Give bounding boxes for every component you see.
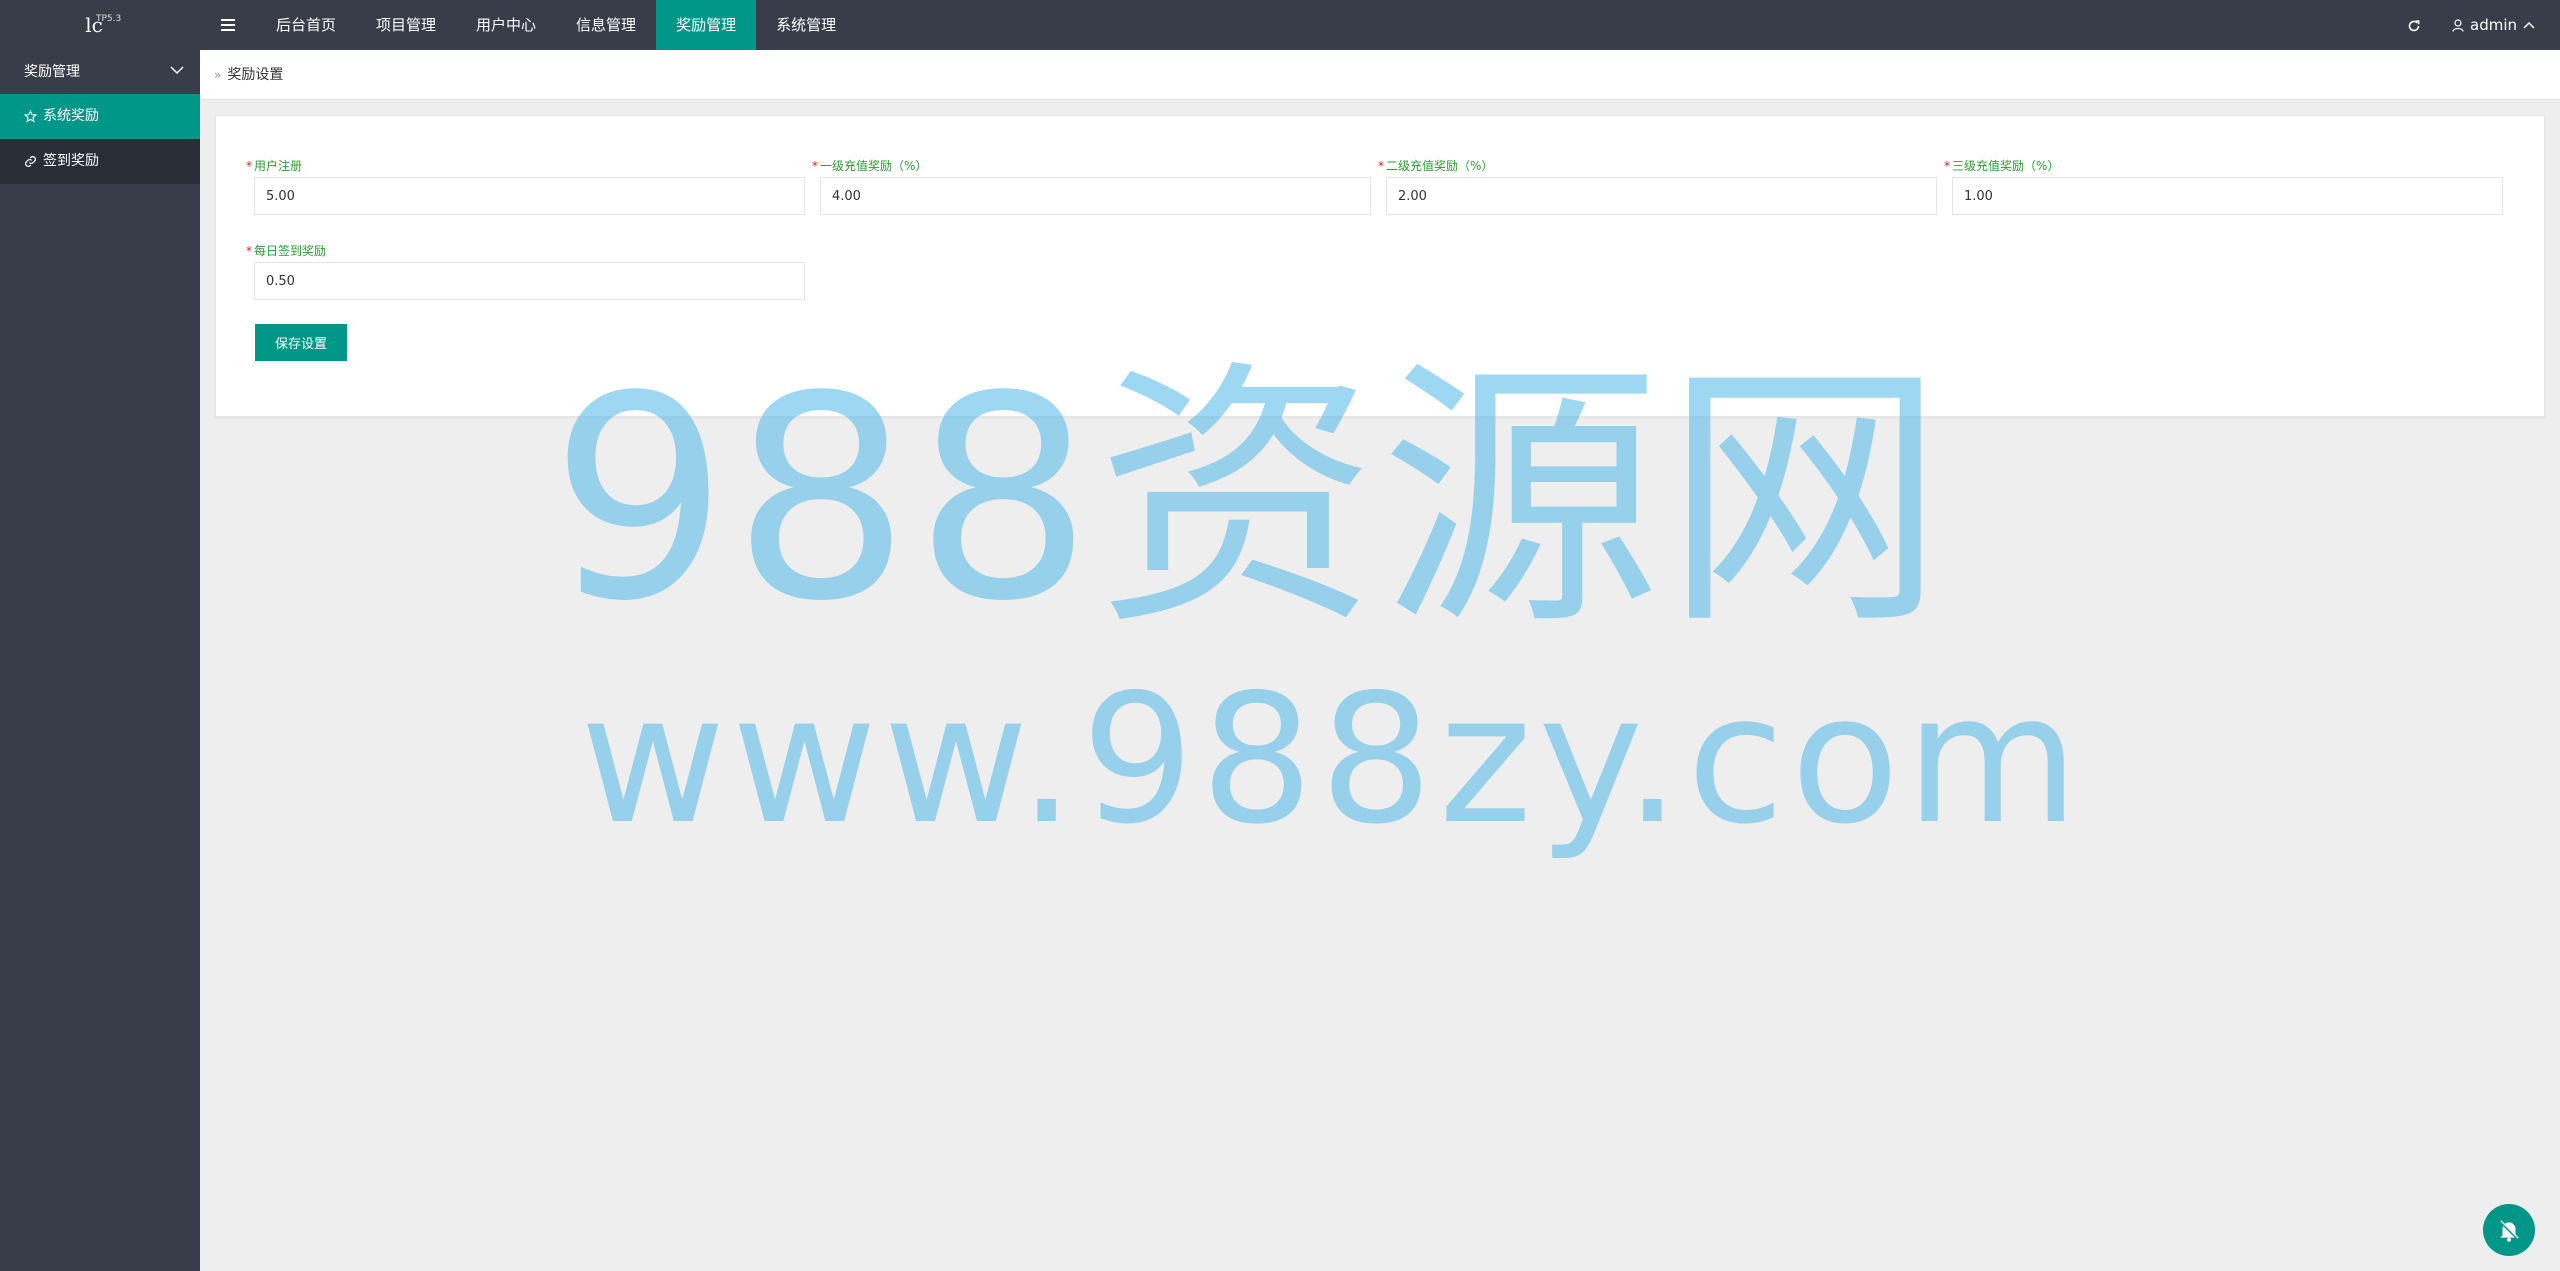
bell-off-icon — [2499, 1220, 2519, 1242]
logo-version: TP5.3 — [96, 14, 122, 24]
nav-item-rewards[interactable]: 奖励管理 — [656, 0, 757, 50]
nav-item-users[interactable]: 用户中心 — [456, 0, 556, 50]
sidebar-group-rewards[interactable]: 奖励管理 — [0, 50, 200, 94]
level1-recharge-input[interactable] — [820, 177, 1371, 215]
double-chevron-right-icon: » — [214, 68, 222, 82]
reward-settings-card: *用户注册 *一级充值奖励（%） *二级充值奖励（%） *三级充值奖励（%） *… — [215, 115, 2545, 417]
sidebar-item-label: 系统奖励 — [43, 108, 99, 124]
user-register-input[interactable] — [254, 177, 805, 215]
daily-signin-input[interactable] — [254, 262, 805, 300]
top-nav: 后台首页 项目管理 用户中心 信息管理 奖励管理 系统管理 — [256, 0, 856, 50]
star-icon — [24, 110, 37, 123]
nav-item-projects[interactable]: 项目管理 — [356, 0, 456, 50]
field-user-register: * 用户注册 — [246, 159, 805, 215]
watermark-line2: www.988zy.com — [580, 656, 2085, 863]
logo[interactable]: lc TP5.3 — [0, 0, 200, 50]
field-level2-recharge: * 二级充值奖励（%） — [1378, 159, 1937, 215]
required-asterisk: * — [812, 159, 818, 173]
sidebar: 奖励管理 系统奖励 签到奖励 — [0, 50, 200, 1271]
field-level3-recharge: * 三级充值奖励（%） — [1944, 159, 2503, 215]
hamburger-icon — [221, 19, 235, 31]
field-label: * 二级充值奖励（%） — [1378, 159, 1494, 173]
field-daily-signin: * 每日签到奖励 — [246, 244, 805, 300]
user-menu[interactable]: admin — [2452, 0, 2560, 50]
required-asterisk: * — [1378, 159, 1384, 173]
required-asterisk: * — [246, 159, 252, 173]
breadcrumb-bar: » 奖励设置 — [200, 50, 2560, 100]
sidebar-item-system-reward[interactable]: 系统奖励 — [0, 94, 200, 139]
chevron-down-icon — [170, 66, 184, 75]
link-icon — [25, 156, 36, 167]
user-icon — [2452, 18, 2464, 32]
level2-recharge-input[interactable] — [1386, 177, 1937, 215]
nav-item-home[interactable]: 后台首页 — [256, 0, 356, 50]
breadcrumb: » 奖励设置 — [214, 50, 283, 100]
field-label: * 每日签到奖励 — [246, 244, 327, 258]
top-navbar: lc TP5.3 后台首页 项目管理 用户中心 信息管理 奖励管理 系统管理 a… — [0, 0, 2560, 50]
nav-item-info[interactable]: 信息管理 — [556, 0, 656, 50]
save-settings-button[interactable]: 保存设置 — [255, 324, 347, 361]
refresh-button[interactable] — [2396, 0, 2432, 50]
field-label: * 用户注册 — [246, 159, 303, 173]
nav-item-system[interactable]: 系统管理 — [756, 0, 856, 50]
floating-action-button[interactable] — [2483, 1204, 2535, 1256]
refresh-icon — [2408, 19, 2420, 31]
field-label: * 三级充值奖励（%） — [1944, 159, 2060, 173]
sidebar-item-label: 签到奖励 — [43, 153, 99, 169]
field-label: * 一级充值奖励（%） — [812, 159, 928, 173]
required-asterisk: * — [246, 244, 252, 258]
level3-recharge-input[interactable] — [1952, 177, 2503, 215]
field-level1-recharge: * 一级充值奖励（%） — [812, 159, 1371, 215]
breadcrumb-current: 奖励设置 — [227, 67, 284, 83]
required-asterisk: * — [1944, 159, 1950, 173]
sidebar-item-signin-reward[interactable]: 签到奖励 — [0, 139, 200, 184]
sidebar-group-label: 奖励管理 — [24, 64, 80, 80]
user-name: admin — [2470, 16, 2517, 34]
chevron-up-icon — [2523, 21, 2535, 29]
menu-toggle-button[interactable] — [210, 0, 246, 50]
